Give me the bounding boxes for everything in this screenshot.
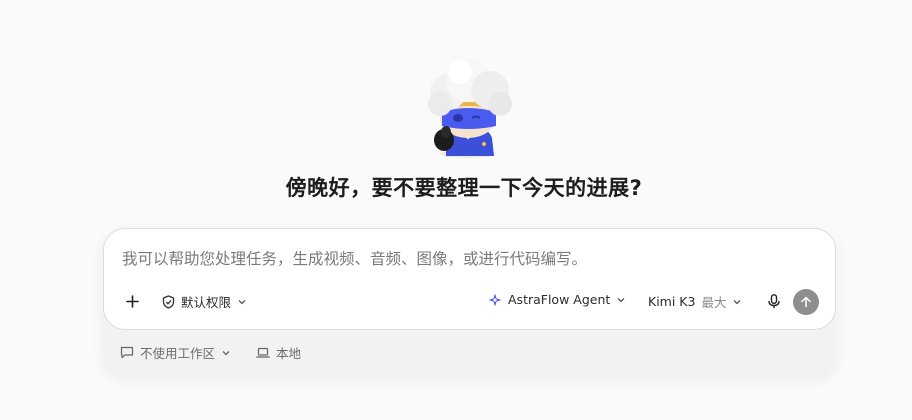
home-page: 傍晚好，要不要整理一下今天的进展? 默认权限 AstraFlow Ag [0,0,912,420]
agent-selector[interactable]: AstraFlow Agent [488,292,626,307]
voice-input-button[interactable] [764,291,784,311]
prompt-input[interactable] [122,247,812,271]
model-mode: 最大 [701,295,727,310]
model-name: Kimi K3 [648,294,696,309]
shield-check-icon [162,294,175,309]
workspace-selector[interactable]: 不使用工作区 [120,343,231,362]
agent-label: AstraFlow Agent [508,292,611,307]
permission-selector[interactable]: 默认权限 [162,292,247,311]
chevron-down-icon [617,297,625,302]
arrow-up-icon [801,296,811,308]
plus-icon [125,294,139,308]
chevron-down-icon [222,350,230,355]
chevron-down-icon [238,299,246,304]
permission-label: 默认权限 [181,295,232,310]
chevron-down-icon [734,299,741,304]
workspace-label: 不使用工作区 [140,346,216,361]
sparkle-agent-icon [488,293,502,306]
microphone-icon [768,293,780,308]
chat-bubble-icon [120,346,134,359]
model-selector[interactable]: Kimi K3 最大 [648,292,742,311]
add-attachment-button[interactable] [122,291,142,311]
laptop-icon [256,347,270,358]
greeting-heading: 傍晚好，要不要整理一下今天的进展? [285,176,643,200]
location-selector[interactable]: 本地 [256,343,301,362]
mascot-illustration [428,58,512,158]
composer-card: 默认权限 AstraFlow Agent Kimi K3 最大 [103,228,836,330]
send-button[interactable] [793,289,819,315]
location-label: 本地 [276,346,302,361]
